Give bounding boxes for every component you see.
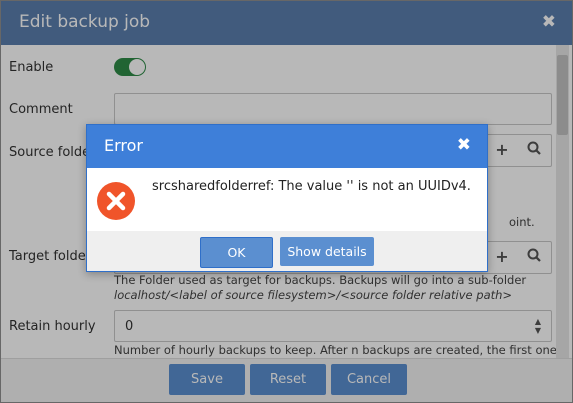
ok-button[interactable]: OK [200,237,273,268]
error-modal: Error ✖ srcsharedfolderref: The value ''… [86,124,488,272]
error-message: srcsharedfolderref: The value '' is not … [152,179,471,194]
show-details-button[interactable]: Show details [280,237,374,266]
error-icon [97,182,135,220]
error-modal-titlebar: Error ✖ [87,125,487,168]
error-modal-title: Error [104,136,143,155]
error-modal-footer: OK Show details [87,231,487,271]
error-close-icon[interactable]: ✖ [457,135,471,155]
